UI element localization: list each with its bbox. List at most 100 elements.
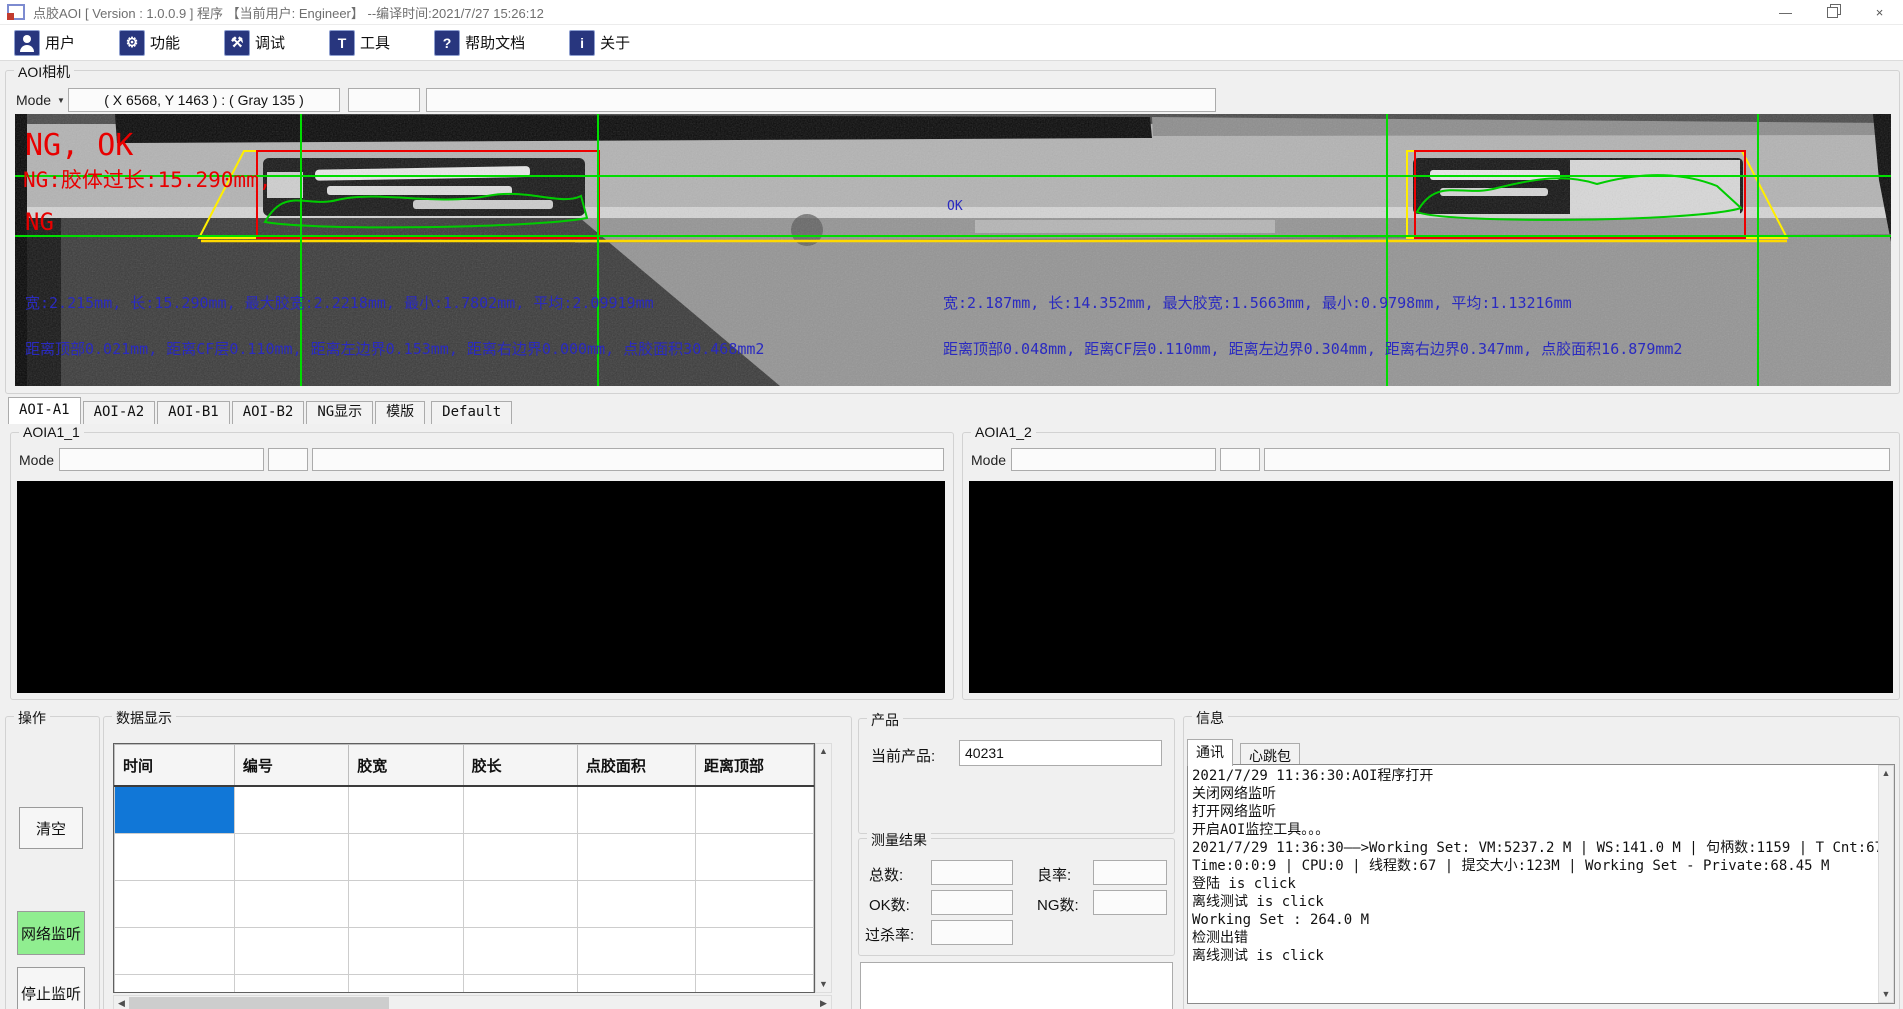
tab-aoi-a2[interactable]: AOI-A2	[83, 401, 156, 424]
col-glue-area[interactable]: 点胶面积	[577, 745, 695, 787]
scroll-up-icon[interactable]: ▲	[816, 744, 831, 759]
aoia1-1-group: AOIA1_1 Mode ▼	[10, 432, 954, 700]
ok-count-label: OK数:	[869, 894, 910, 915]
stop-listen-button[interactable]: 停止监听	[17, 967, 85, 1009]
app-window: 点胶AOI [ Version : 1.0.0.9 ] 程序 【当前用户: En…	[0, 0, 1903, 1009]
col-glue-length[interactable]: 胶长	[463, 745, 577, 787]
data-table[interactable]: 时间 编号 胶宽 胶长 点胶面积 距离顶部	[113, 743, 815, 993]
scroll-up-icon[interactable]: ▲	[1879, 766, 1894, 781]
table-row[interactable]	[115, 786, 814, 834]
camera-param-field-1[interactable]	[348, 88, 420, 112]
table-row[interactable]	[115, 928, 814, 975]
camera-image[interactable]: NG, OK NG:胶体过长:15.290mm, NG OK 宽:2.215mm…	[15, 114, 1891, 386]
hscroll-thumb[interactable]	[129, 997, 389, 1009]
total-field[interactable]	[931, 860, 1013, 885]
aoia1-2-field-1[interactable]	[1011, 448, 1216, 471]
tab-comm[interactable]: 通讯	[1187, 739, 1233, 766]
menu-tools[interactable]: T 工具	[329, 30, 390, 56]
scroll-right-icon[interactable]: ▶	[816, 996, 831, 1009]
menu-debug[interactable]: ⚒ 调试	[224, 30, 285, 56]
aoia1-2-field-2[interactable]	[1220, 448, 1260, 471]
tab-aoi-b2[interactable]: AOI-B2	[232, 401, 305, 424]
camera-group-label: AOI相机	[14, 62, 74, 82]
ok-count-field[interactable]	[931, 890, 1013, 915]
product-group-label: 产品	[867, 710, 903, 730]
menu-help[interactable]: ? 帮助文档	[434, 30, 525, 56]
log-line: 打开网络监听	[1192, 803, 1874, 821]
menu-tools-label: 工具	[360, 32, 390, 53]
log-line: 关闭网络监听	[1192, 785, 1874, 803]
window-title: 点胶AOI [ Version : 1.0.0.9 ] 程序 【当前用户: En…	[33, 3, 544, 22]
about-icon: i	[569, 30, 595, 56]
menu-function[interactable]: ⚙ 功能	[119, 30, 180, 56]
user-icon	[14, 30, 40, 56]
restore-button[interactable]	[1809, 0, 1856, 24]
log-line: 2021/7/29 11:36:30——>Working Set: VM:523…	[1192, 839, 1874, 857]
menu-about[interactable]: i 关于	[569, 30, 630, 56]
ng-reason-text: NG:胶体过长:15.290mm,	[23, 164, 271, 194]
menu-help-label: 帮助文档	[465, 32, 525, 53]
tab-ng-display[interactable]: NG显示	[306, 401, 373, 424]
network-listen-button[interactable]: 网络监听	[17, 911, 85, 955]
close-button[interactable]: ×	[1856, 0, 1903, 24]
debug-wrench-icon: ⚒	[224, 30, 250, 56]
aoia1-1-field-2[interactable]	[268, 448, 308, 471]
info-group-label: 信息	[1192, 708, 1228, 728]
scroll-left-icon[interactable]: ◀	[114, 996, 129, 1009]
view-tabstrip: AOI-A1 AOI-A2 AOI-B1 AOI-B2 NG显示 模版 Defa…	[8, 398, 514, 424]
measure-group: 测量结果 总数: 良率: OK数: NG数: 过杀率:	[858, 838, 1175, 956]
clear-button[interactable]: 清空	[19, 807, 83, 849]
aoia1-2-field-3[interactable]	[1264, 448, 1890, 471]
yield-label: 良率:	[1037, 864, 1071, 885]
menu-user-label: 用户	[45, 32, 75, 53]
ng-count-label: NG数:	[1037, 894, 1079, 915]
table-row[interactable]	[115, 834, 814, 881]
log-line: 离线测试 is click	[1192, 947, 1874, 965]
col-serial[interactable]: 编号	[234, 745, 348, 787]
col-glue-width[interactable]: 胶宽	[349, 745, 463, 787]
aoia1-1-field-1[interactable]	[59, 448, 264, 471]
current-product-field[interactable]: 40231	[959, 740, 1162, 766]
aoia1-1-display[interactable]	[17, 481, 945, 693]
table-vscrollbar[interactable]: ▲ ▼	[815, 743, 832, 993]
gear-icon: ⚙	[119, 30, 145, 56]
camera-mode-label: Mode	[16, 92, 51, 108]
overkill-field[interactable]	[931, 920, 1013, 945]
col-time[interactable]: 时间	[115, 745, 235, 787]
scroll-down-icon[interactable]: ▼	[1879, 987, 1894, 1002]
tab-heartbeat[interactable]: 心跳包	[1240, 743, 1300, 766]
menu-about-label: 关于	[600, 32, 630, 53]
result-note-box[interactable]	[860, 962, 1173, 1009]
table-hscrollbar[interactable]: ◀ ▶	[113, 995, 832, 1009]
overkill-label: 过杀率:	[865, 924, 914, 945]
yield-field[interactable]	[1093, 860, 1167, 885]
camera-pixel-readout[interactable]: ( X 6568, Y 1463 ) : ( Gray 135 )	[68, 88, 340, 112]
minimize-icon: —	[1779, 5, 1792, 20]
info-group: 信息 通讯 心跳包 2021/7/29 11:36:30:AOI程序打开 关闭网…	[1183, 716, 1900, 1009]
tab-aoi-a1[interactable]: AOI-A1	[8, 397, 81, 424]
col-top-distance[interactable]: 距离顶部	[695, 745, 813, 787]
log-scrollbar[interactable]: ▲ ▼	[1878, 765, 1894, 1003]
total-label: 总数:	[869, 864, 903, 885]
menu-user[interactable]: 用户	[14, 30, 75, 56]
ok-label: OK	[947, 199, 963, 214]
product-group: 产品 当前产品: 40231	[858, 718, 1175, 834]
scroll-down-icon[interactable]: ▼	[816, 977, 831, 992]
operation-group: 操作 清空 网络监听 停止监听	[5, 716, 100, 1009]
ng-count-field[interactable]	[1093, 890, 1167, 915]
minimize-button[interactable]: —	[1762, 0, 1809, 24]
comm-log[interactable]: 2021/7/29 11:36:30:AOI程序打开 关闭网络监听 打开网络监听…	[1187, 764, 1895, 1004]
aoia1-1-field-3[interactable]	[312, 448, 944, 471]
camera-mode-dropdown[interactable]: Mode ▼	[16, 92, 65, 108]
table-row[interactable]	[115, 881, 814, 928]
tab-aoi-b1[interactable]: AOI-B1	[157, 401, 230, 424]
table-row[interactable]	[115, 975, 814, 994]
camera-param-field-2[interactable]	[426, 88, 1216, 112]
tab-template[interactable]: 模版	[375, 401, 425, 424]
main-toolbar: 用户 ⚙ 功能 ⚒ 调试 T 工具 ? 帮助文档 i 关于	[0, 25, 1903, 61]
ng-label: NG	[25, 208, 54, 236]
aoia1-2-display[interactable]	[969, 481, 1893, 693]
tab-default[interactable]: Default	[431, 401, 512, 424]
selected-cell[interactable]	[115, 786, 235, 834]
menu-debug-label: 调试	[255, 32, 285, 53]
